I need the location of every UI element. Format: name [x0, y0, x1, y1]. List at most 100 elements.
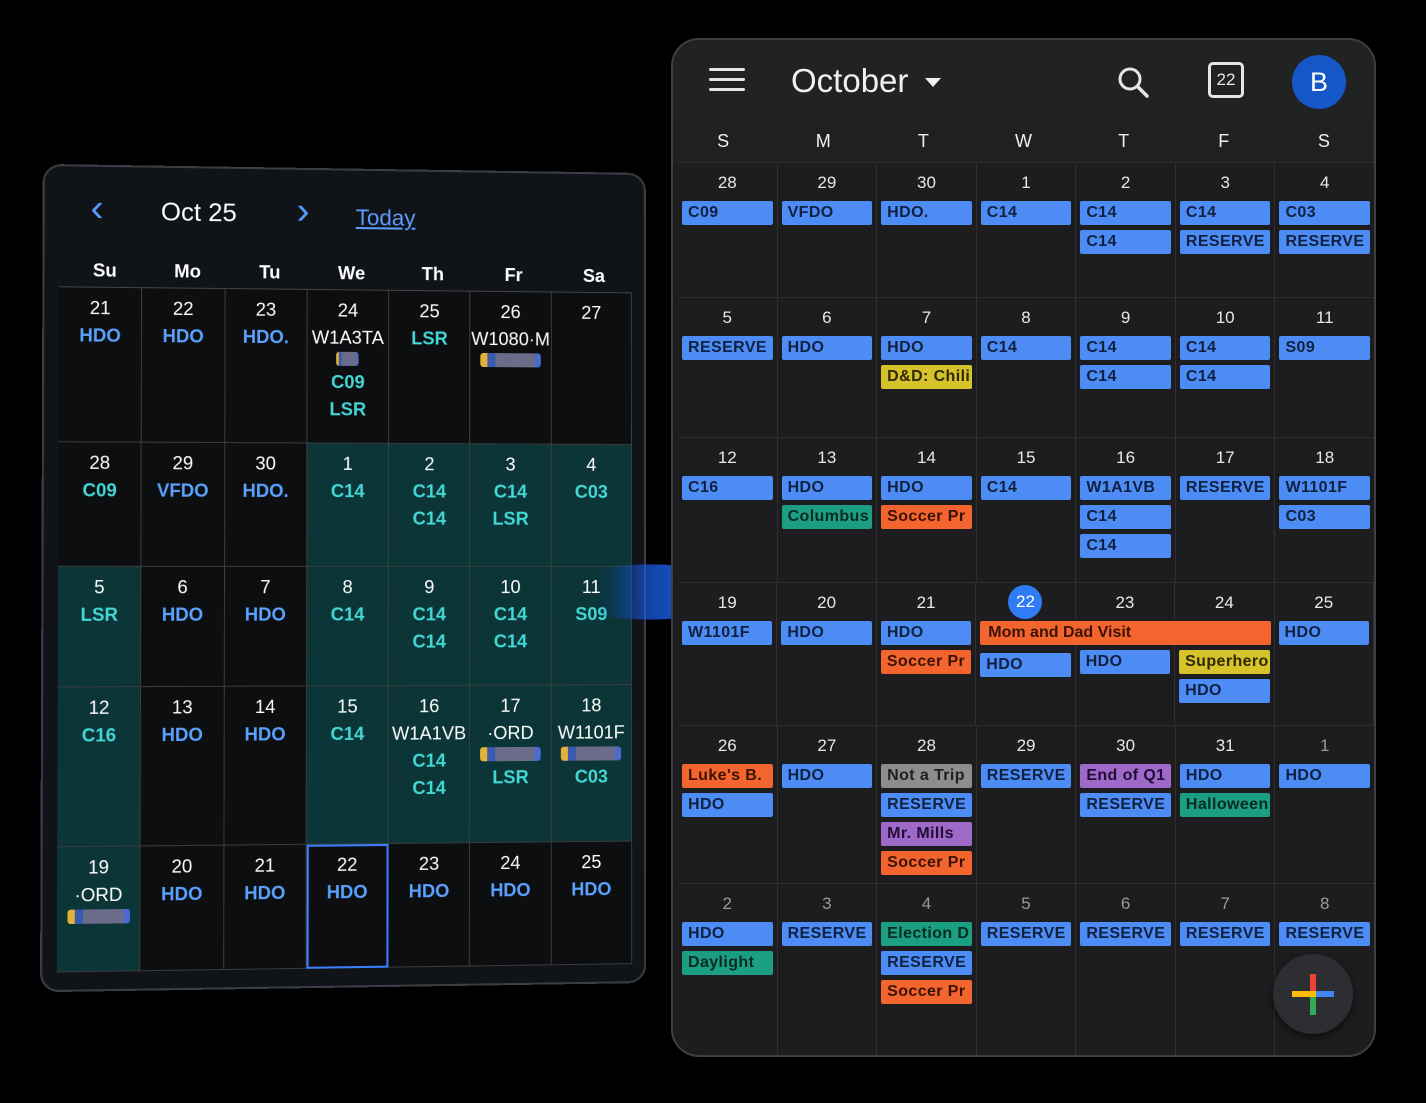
event-label[interactable]: C14: [389, 604, 470, 625]
day-cell[interactable]: 28 Not a Trip RESERVE Mr. Mills Soccer Pr: [877, 726, 977, 883]
event-chip[interactable]: W1101F: [682, 621, 773, 645]
event-chip[interactable]: HDO: [781, 336, 873, 360]
event-label[interactable]: C14: [307, 724, 388, 746]
day-cell[interactable]: 5 LSR: [57, 566, 142, 688]
day-number[interactable]: 27: [782, 733, 873, 759]
event-chip[interactable]: RESERVE: [1080, 793, 1171, 817]
day-number[interactable]: 7: [1180, 891, 1271, 917]
day-cell[interactable]: 28 C09: [58, 442, 142, 567]
event-label[interactable]: C14: [389, 778, 470, 800]
day-cell[interactable]: 21 HDO: [58, 287, 143, 443]
day-cell[interactable]: 3 C14 LSR: [470, 444, 552, 567]
event-label[interactable]: C03: [552, 482, 631, 503]
day-cell[interactable]: 10 C14 C14: [470, 566, 552, 686]
day-number[interactable]: 24: [1179, 590, 1269, 616]
event-chip[interactable]: C03: [1279, 201, 1371, 225]
search-icon[interactable]: [1117, 66, 1149, 98]
event-chip[interactable]: VFDO: [781, 201, 873, 225]
day-number[interactable]: 29: [981, 733, 1072, 759]
event-label[interactable]: W1A1VB: [389, 723, 470, 745]
event-chip[interactable]: Soccer Pr: [881, 505, 972, 529]
today-date-number[interactable]: 22: [1008, 585, 1043, 619]
day-cell[interactable]: 6 HDO: [141, 566, 225, 688]
day-cell[interactable]: 26 W1080·M: [470, 291, 552, 445]
day-cell[interactable]: 12 C16: [57, 687, 142, 848]
day-cell[interactable]: 30 End of Q1 RESERVE: [1076, 726, 1176, 883]
day-number[interactable]: 20: [781, 590, 871, 616]
event-label[interactable]: LSR: [470, 767, 550, 789]
hamburger-menu-icon[interactable]: [709, 68, 745, 94]
today-calendar-icon[interactable]: 22: [1208, 62, 1244, 98]
event-label[interactable]: HDO: [389, 881, 470, 903]
day-cell[interactable]: 9 C14 C14: [388, 566, 471, 687]
day-cell[interactable]: 2 C14 C14: [1076, 163, 1176, 297]
event-label[interactable]: C14: [389, 631, 470, 652]
event-chip[interactable]: RESERVE: [1179, 230, 1271, 254]
event-chip[interactable]: HDO: [1179, 679, 1270, 703]
day-cell[interactable]: 18 W1101F C03: [551, 685, 633, 843]
event-label[interactable]: LSR: [471, 509, 551, 530]
event-label[interactable]: HDO: [224, 604, 306, 625]
day-cell[interactable]: 8 C14: [306, 566, 390, 687]
event-label[interactable]: HDO: [142, 326, 224, 348]
day-cell[interactable]: 25 HDO: [551, 841, 633, 966]
day-cell[interactable]: 29 RESERVE: [977, 726, 1077, 883]
day-cell[interactable]: 26 Luke's B. HDO: [678, 726, 778, 883]
day-cell[interactable]: 7 HDO D&D: Chili: [877, 298, 977, 437]
day-number[interactable]: 11: [1279, 305, 1370, 331]
event-chip[interactable]: C14: [1179, 365, 1271, 389]
day-cell[interactable]: 24 W1A3TA C09 LSR: [307, 289, 390, 444]
event-label[interactable]: C14: [389, 481, 469, 502]
event-label[interactable]: HDO: [224, 882, 306, 904]
chevron-down-icon[interactable]: [925, 78, 941, 87]
event-chip[interactable]: C14: [1179, 201, 1271, 225]
day-cell[interactable]: 13 HDO Columbus: [778, 438, 878, 582]
event-label[interactable]: LSR: [389, 328, 469, 350]
create-event-button[interactable]: [1273, 954, 1353, 1034]
event-label[interactable]: C14: [307, 481, 388, 502]
event-chip[interactable]: HDO: [781, 764, 873, 788]
event-chip[interactable]: Not a Trip: [881, 764, 972, 788]
event-label[interactable]: ·ORD: [470, 723, 550, 745]
day-cell[interactable]: 14 HDO Soccer Pr: [877, 438, 977, 582]
event-label[interactable]: C09: [307, 372, 388, 394]
event-chip[interactable]: HDO: [1079, 650, 1171, 674]
event-chip[interactable]: Mr. Mills: [881, 822, 972, 846]
day-cell[interactable]: 9 C14 C14: [1076, 298, 1176, 437]
day-cell[interactable]: 19 ·ORD: [56, 846, 141, 973]
day-number[interactable]: 5: [981, 891, 1072, 917]
event-chip[interactable]: Halloween: [1179, 793, 1271, 817]
event-chip[interactable]: RESERVE: [1179, 476, 1271, 500]
day-cell[interactable]: 29 VFDO: [141, 442, 225, 567]
event-label[interactable]: W1A3TA: [307, 327, 388, 349]
event-chip[interactable]: RESERVE: [980, 764, 1072, 788]
day-cell[interactable]: 22 HDO: [976, 583, 1076, 725]
event-label[interactable]: HDO: [141, 883, 223, 905]
day-cell[interactable]: 17 RESERVE: [1176, 438, 1276, 582]
day-number[interactable]: 8: [1279, 891, 1370, 917]
day-number[interactable]: 31: [1180, 733, 1271, 759]
day-cell[interactable]: 20 HDO: [140, 845, 225, 972]
day-number[interactable]: 21: [881, 590, 971, 616]
event-chip[interactable]: HDO: [880, 621, 972, 645]
day-cell[interactable]: 3 RESERVE: [778, 884, 878, 1055]
day-cell[interactable]: 16 W1A1VB C14 C14: [1076, 438, 1176, 582]
event-label[interactable]: LSR: [58, 605, 141, 627]
event-chip[interactable]: C14: [1179, 336, 1271, 360]
day-cell[interactable]: 8 C14: [977, 298, 1077, 437]
event-chip[interactable]: D&D: Chili: [881, 365, 972, 389]
day-cell[interactable]: 24 HDO: [470, 842, 552, 967]
event-chip[interactable]: RESERVE: [881, 793, 972, 817]
event-chip[interactable]: HDO.: [881, 201, 972, 225]
event-chip[interactable]: Soccer Pr: [880, 650, 972, 674]
event-chip[interactable]: RESERVE: [1080, 922, 1171, 946]
day-number[interactable]: 25: [1279, 590, 1369, 616]
day-cell[interactable]: 27 HDO: [778, 726, 878, 883]
event-chip[interactable]: Soccer Pr: [881, 851, 972, 875]
day-cell[interactable]: 7 RESERVE: [1176, 884, 1276, 1055]
day-cell[interactable]: 4 C03 RESERVE: [1275, 163, 1374, 297]
event-label[interactable]: C16: [58, 725, 141, 747]
event-chip[interactable]: Superhero: [1179, 650, 1270, 674]
event-label[interactable]: HDO: [470, 880, 550, 902]
day-cell[interactable]: 30 HDO.: [877, 163, 977, 297]
